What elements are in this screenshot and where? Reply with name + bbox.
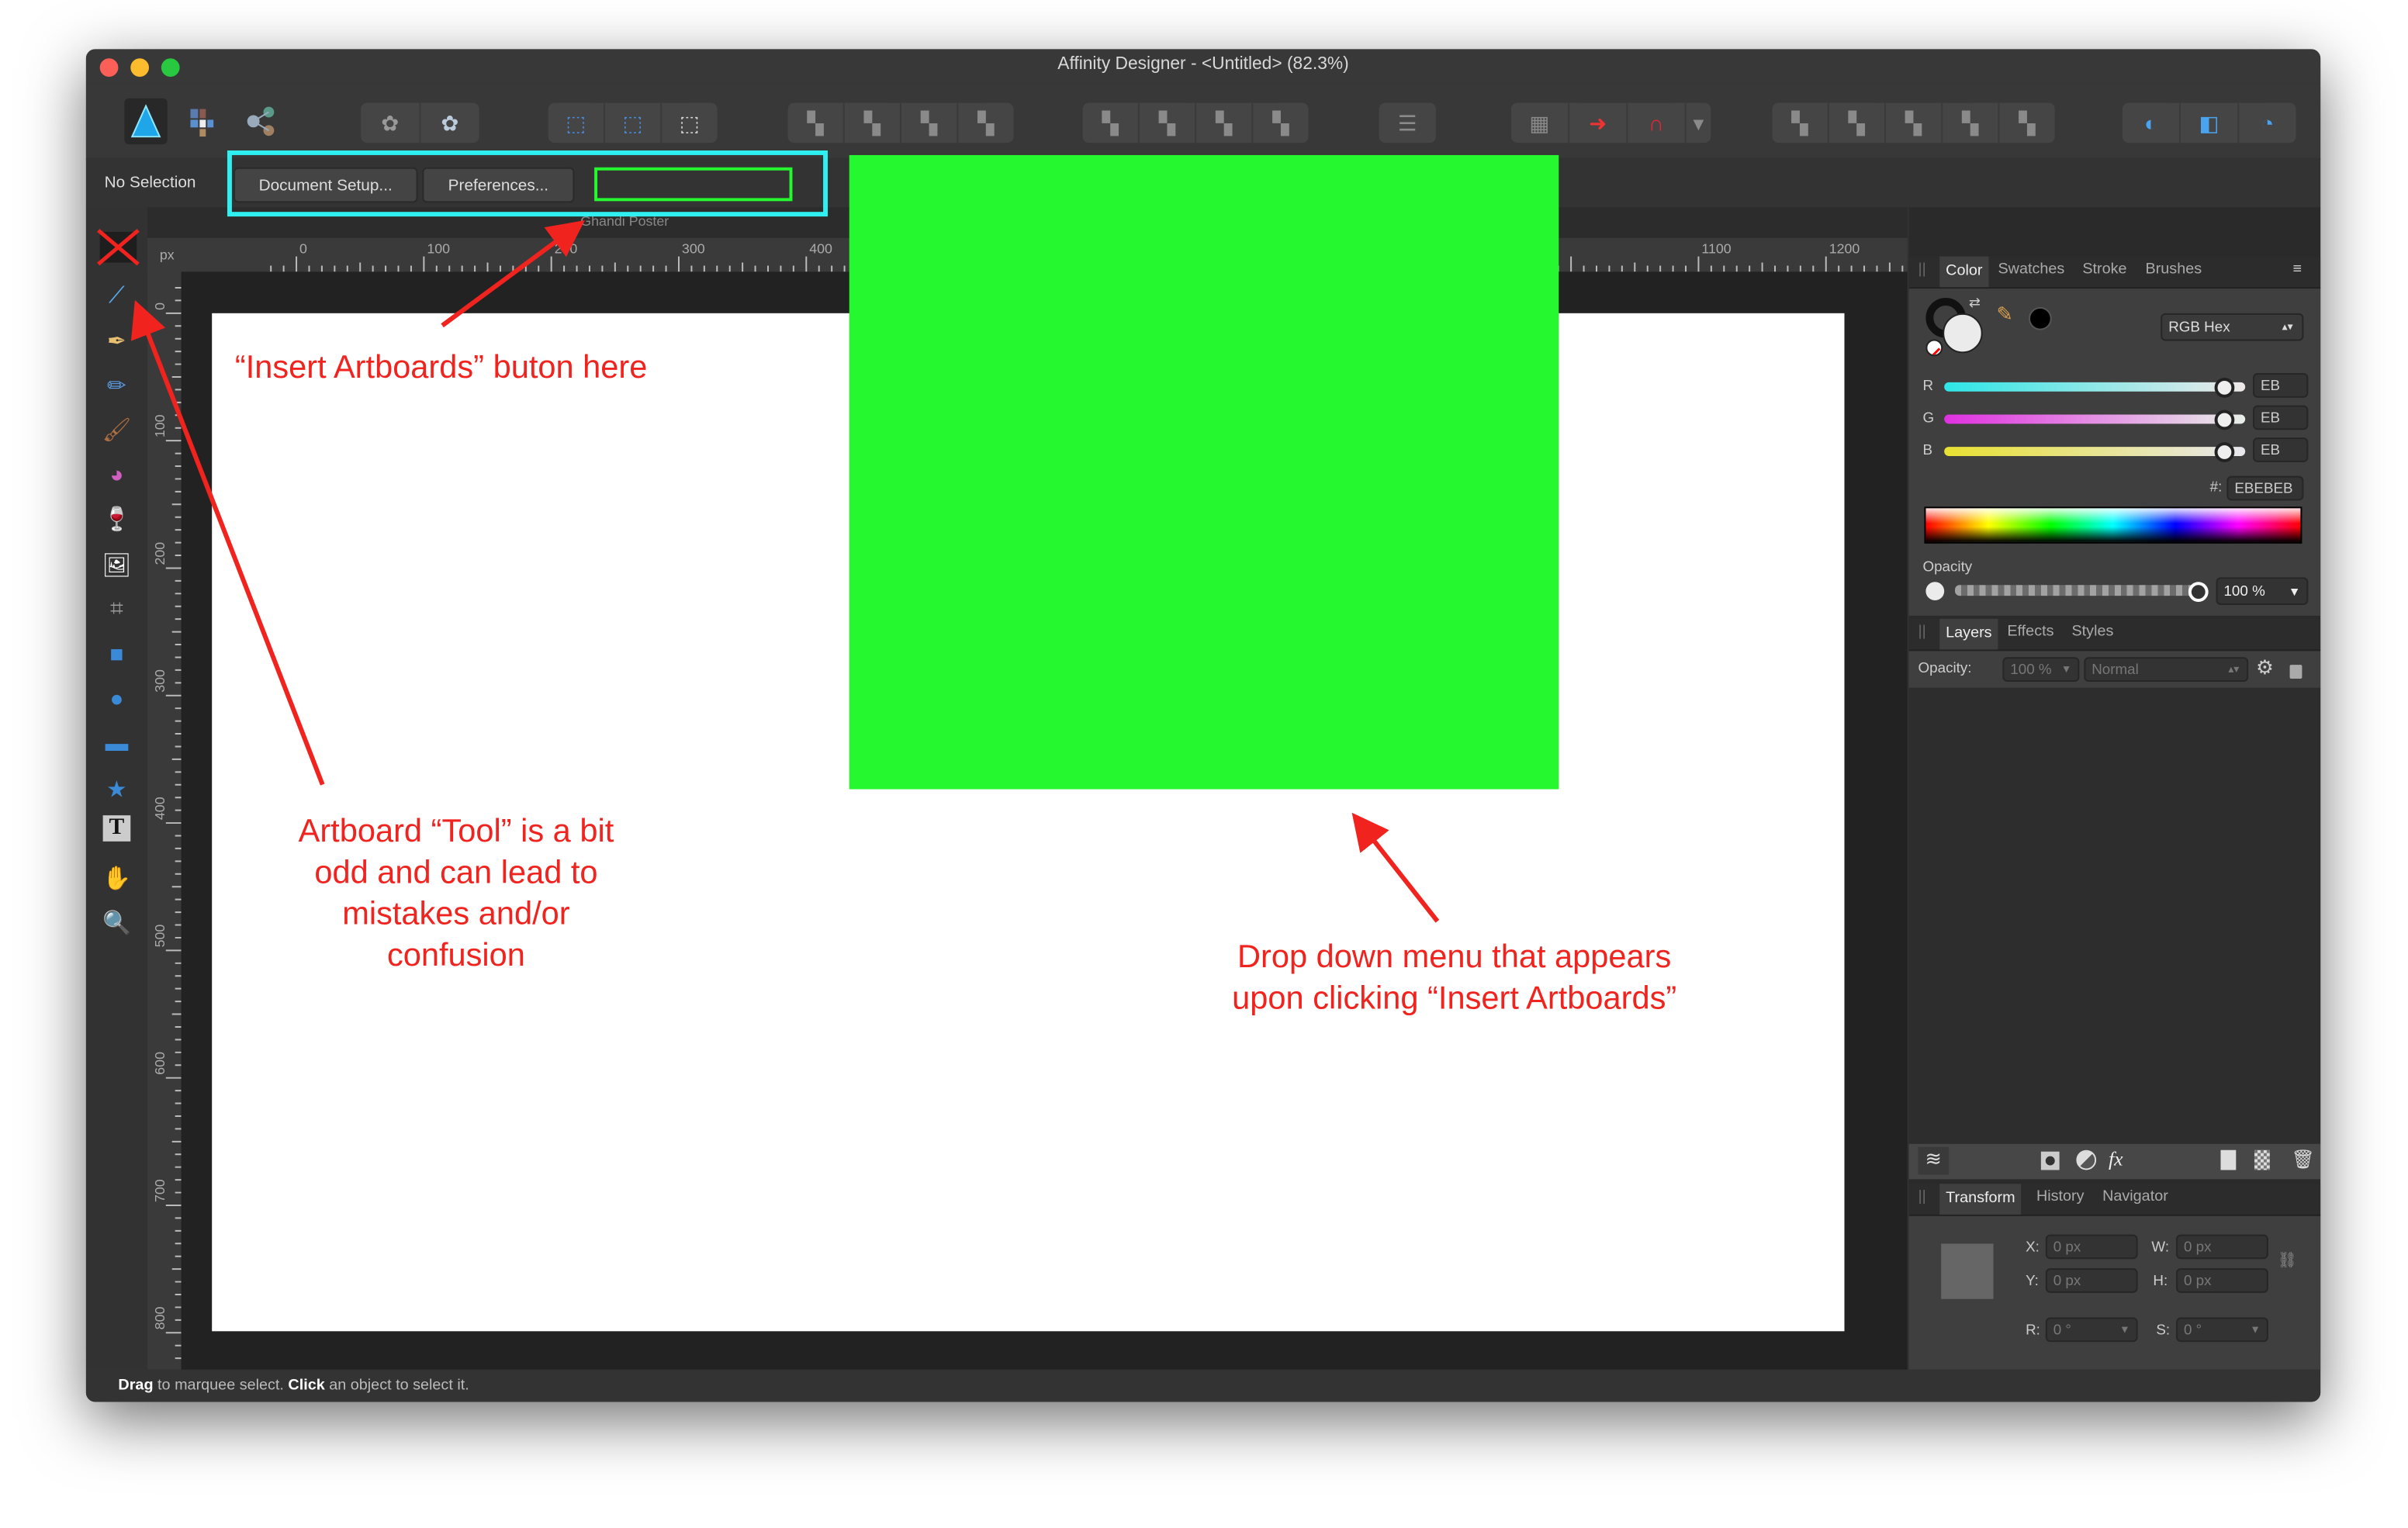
annotation-artboard-tool: Artboard “Tool” is a bit odd and can lead… bbox=[298, 814, 614, 974]
annotation-insert-artboards: “Insert Artboards” buton here bbox=[234, 350, 648, 385]
arrow-to-insert-artboards bbox=[441, 220, 585, 328]
screenshot: Affinity Designer - <Untitled> (82.3%) ✿… bbox=[0, 0, 2408, 1528]
annotation-dropdown: Drop down menu that appears upon clicking… bbox=[1232, 939, 1677, 1017]
arrow-to-dropdown bbox=[1351, 812, 1440, 923]
annotation-arrows bbox=[130, 220, 1440, 923]
